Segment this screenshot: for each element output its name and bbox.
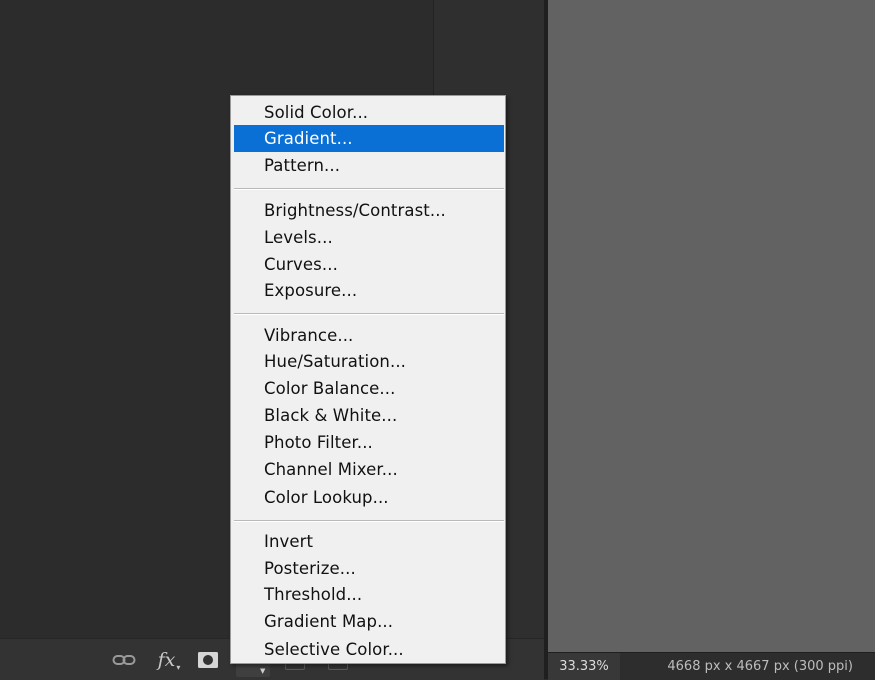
- adjustment-caret-icon: ▼: [260, 667, 266, 675]
- menu-item-posterize[interactable]: Posterize...: [234, 555, 504, 582]
- menu-item-exposure[interactable]: Exposure...: [234, 277, 504, 304]
- menu-item-solid-color[interactable]: Solid Color...: [234, 99, 504, 126]
- menu-item-vibrance[interactable]: Vibrance...: [234, 322, 504, 349]
- menu-item-black-white[interactable]: Black & White...: [234, 402, 504, 429]
- menu-item-invert[interactable]: Invert: [234, 528, 504, 555]
- layer-style-fx-icon[interactable]: fx ▾: [154, 649, 184, 672]
- status-bar: 33.33% 4668 px x 4667 px (300 ppi): [548, 652, 875, 680]
- menu-item-channel-mixer[interactable]: Channel Mixer...: [234, 456, 504, 483]
- adjustment-layer-menu: Solid Color... Gradient... Pattern... Br…: [230, 95, 506, 664]
- menu-item-gradient-map[interactable]: Gradient Map...: [234, 608, 504, 635]
- menu-item-gradient[interactable]: Gradient...: [234, 125, 504, 152]
- menu-item-threshold[interactable]: Threshold...: [234, 581, 504, 608]
- zoom-level[interactable]: 33.33%: [548, 653, 620, 680]
- menu-item-color-lookup[interactable]: Color Lookup...: [234, 484, 504, 511]
- add-mask-icon[interactable]: [197, 649, 219, 671]
- menu-separator: [234, 188, 504, 190]
- link-layers-icon[interactable]: [111, 649, 137, 671]
- menu-item-levels[interactable]: Levels...: [234, 224, 504, 251]
- menu-item-color-balance[interactable]: Color Balance...: [234, 375, 504, 402]
- menu-item-brightness-contrast[interactable]: Brightness/Contrast...: [234, 197, 504, 224]
- fx-label: fx: [157, 649, 176, 671]
- menu-item-photo-filter[interactable]: Photo Filter...: [234, 429, 504, 456]
- menu-item-selective-color[interactable]: Selective Color...: [234, 636, 504, 663]
- fx-caret-icon: ▾: [176, 662, 181, 672]
- menu-item-hue-saturation[interactable]: Hue/Saturation...: [234, 348, 504, 375]
- menu-separator: [234, 520, 504, 522]
- document-info[interactable]: 4668 px x 4667 px (300 ppi): [667, 653, 853, 680]
- menu-item-curves[interactable]: Curves...: [234, 251, 504, 278]
- menu-separator: [234, 313, 504, 315]
- menu-item-pattern[interactable]: Pattern...: [234, 152, 504, 179]
- document-canvas[interactable]: [548, 0, 875, 652]
